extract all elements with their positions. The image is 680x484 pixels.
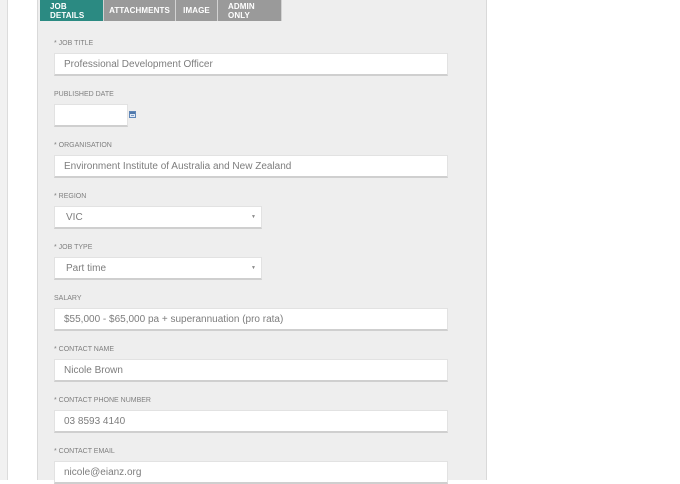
organisation-value: Environment Institute of Australia and N… <box>64 160 292 172</box>
chevron-down-icon: ▼ <box>251 265 256 271</box>
contact-name-label: * CONTACT NAME <box>54 346 115 353</box>
published-date-input[interactable] <box>54 104 128 127</box>
contact-phone-label: * CONTACT PHONE NUMBER <box>54 397 151 404</box>
organisation-label: * ORGANISATION <box>54 142 112 149</box>
contact-email-input[interactable]: nicole@eianz.org <box>54 461 448 484</box>
contact-name-input[interactable]: Nicole Brown <box>54 359 448 382</box>
organisation-input[interactable]: Environment Institute of Australia and N… <box>54 155 448 178</box>
left-rail <box>0 0 8 480</box>
tab-admin-only[interactable]: ADMIN ONLY <box>218 0 282 21</box>
salary-value: $55,000 - $65,000 pa + superannuation (p… <box>64 313 284 325</box>
job-title-input[interactable]: Professional Development Officer <box>54 53 448 76</box>
chevron-down-icon: ▼ <box>251 214 256 220</box>
contact-email-label: * CONTACT EMAIL <box>54 448 115 455</box>
contact-name-value: Nicole Brown <box>64 364 123 376</box>
tab-bar: JOB DETAILS ATTACHMENTS IMAGE ADMIN ONLY <box>40 0 282 21</box>
region-select[interactable]: VIC ▼ <box>54 206 262 229</box>
published-date-label: PUBLISHED DATE <box>54 91 114 98</box>
region-value: VIC <box>66 211 83 223</box>
calendar-icon[interactable] <box>129 111 136 118</box>
contact-phone-input[interactable]: 03 8593 4140 <box>54 410 448 433</box>
region-label: * REGION <box>54 193 87 200</box>
tab-job-details[interactable]: JOB DETAILS <box>40 0 104 21</box>
tab-attachments[interactable]: ATTACHMENTS <box>104 0 176 21</box>
job-title-label: * JOB TITLE <box>54 40 94 47</box>
tab-image[interactable]: IMAGE <box>176 0 218 21</box>
job-title-value: Professional Development Officer <box>64 58 213 70</box>
contact-phone-value: 03 8593 4140 <box>64 415 126 427</box>
contact-email-value: nicole@eianz.org <box>64 466 142 478</box>
job-type-value: Part time <box>66 262 107 274</box>
salary-input[interactable]: $55,000 - $65,000 pa + superannuation (p… <box>54 308 448 331</box>
job-type-label: * JOB TYPE <box>54 244 93 251</box>
job-type-select[interactable]: Part time ▼ <box>54 257 262 280</box>
salary-label: SALARY <box>54 295 82 302</box>
